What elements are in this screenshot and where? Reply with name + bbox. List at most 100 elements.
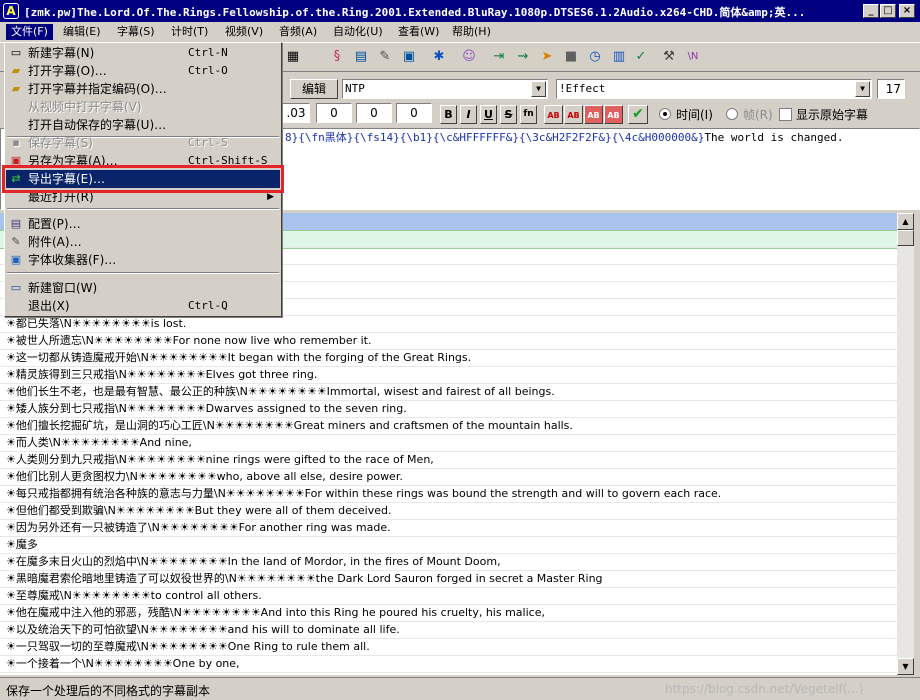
- menu-item-open-autosave[interactable]: 打开自动保存的字幕(U)…: [6, 116, 280, 134]
- menu-item-recent[interactable]: 最近打开(R) ▶: [6, 188, 280, 206]
- italic-button[interactable]: I: [460, 105, 477, 124]
- menu-audio[interactable]: 音频(A): [274, 24, 322, 40]
- commit-button[interactable]: ✔: [628, 105, 648, 124]
- tag-toggle-icon[interactable]: \N: [684, 48, 702, 66]
- effect-combo[interactable]: !Effect ▼: [556, 79, 872, 99]
- table-row[interactable]: ☀精灵族得到三只戒指\N☀☀☀☀☀☀☀☀Elves got three ring…: [0, 367, 897, 384]
- table-row[interactable]: ☀但他们都受到欺骗\N☀☀☀☀☀☀☀☀But they were all of …: [0, 503, 897, 520]
- mascot-icon[interactable]: ☺: [460, 48, 478, 66]
- font-collector-icon: ▣: [10, 253, 22, 266]
- vertical-scrollbar[interactable]: ▲ ▼: [897, 213, 914, 675]
- table-row[interactable]: ☀在魔多末日火山的烈焰中\N☀☀☀☀☀☀☀☀In the land of Mor…: [0, 554, 897, 571]
- maximize-button[interactable]: □: [880, 4, 896, 18]
- layer-field[interactable]: 17: [877, 79, 905, 99]
- menu-item-new-subtitles[interactable]: ▭ 新建字幕(N) Ctrl-N: [6, 44, 280, 62]
- table-row[interactable]: ☀因为另外还有一只被铸造了\N☀☀☀☀☀☀☀☀For another ring …: [0, 520, 897, 537]
- end-time-field[interactable]: .03: [282, 103, 310, 123]
- underline-button[interactable]: U: [480, 105, 497, 124]
- frame-radio[interactable]: [726, 108, 738, 120]
- menu-separator: [7, 208, 279, 210]
- menu-file[interactable]: 文件(F): [6, 24, 53, 40]
- table-row[interactable]: ☀他们长生不老，也是最有智慧、最公正的种族\N☀☀☀☀☀☀☀☀Immortal,…: [0, 384, 897, 401]
- margin-right-field[interactable]: 0: [356, 103, 392, 123]
- scroll-down-button[interactable]: ▼: [897, 658, 914, 675]
- table-row[interactable]: ☀他们擅长挖掘矿坑，是山洞的巧心工匠\N☀☀☀☀☀☀☀☀Great miners…: [0, 418, 897, 435]
- options-tools-icon[interactable]: ⚒: [660, 48, 678, 66]
- font-button[interactable]: fn: [520, 105, 537, 124]
- show-original-checkbox[interactable]: [779, 108, 792, 121]
- scroll-up-button[interactable]: ▲: [897, 213, 914, 230]
- font-collector-toolbar-icon[interactable]: ▣: [400, 48, 418, 66]
- menu-item-properties[interactable]: ▤ 配置(P)…: [6, 215, 280, 233]
- shadow-color-button[interactable]: AB: [604, 105, 623, 124]
- table-row[interactable]: ☀都已失落\N☀☀☀☀☀☀☀☀is lost.: [0, 316, 897, 333]
- window-title: [zmk.pw]The.Lord.Of.The.Rings.Fellowship…: [24, 6, 806, 19]
- menu-item-save: ▪ 保存字幕(S) Ctrl-S: [6, 134, 280, 152]
- strikeout-button[interactable]: S: [500, 105, 517, 124]
- menu-help[interactable]: 帮助(H): [447, 24, 496, 40]
- menu-item-save-as[interactable]: ▣ 另存为字幕(A)… Ctrl-Shift-S: [6, 152, 280, 170]
- override-tag: {\3c&H2F2F2F&}: [518, 131, 612, 144]
- primary-color-button[interactable]: AB: [544, 105, 563, 124]
- app-logo-icon[interactable]: A: [3, 3, 19, 19]
- spell-check-icon[interactable]: ✓: [632, 48, 650, 66]
- override-tag: {\fs14}: [353, 131, 400, 144]
- bold-button[interactable]: B: [440, 105, 457, 124]
- minimize-button[interactable]: _: [863, 4, 879, 18]
- menu-edit[interactable]: 编辑(E): [58, 24, 106, 40]
- properties-toolbar-icon[interactable]: ▤: [352, 48, 370, 66]
- table-row[interactable]: ☀一个接着一个\N☀☀☀☀☀☀☀☀One by one,: [0, 656, 897, 673]
- chevron-down-icon[interactable]: ▼: [531, 81, 546, 97]
- menu-timing[interactable]: 计时(T): [166, 24, 213, 40]
- menu-video[interactable]: 视频(V): [220, 24, 268, 40]
- table-row[interactable]: ☀魔多: [0, 537, 897, 554]
- override-tag: {\c&HFFFFFF&}: [432, 131, 519, 144]
- styles-manager-icon[interactable]: §: [328, 48, 346, 66]
- attachment-toolbar-icon[interactable]: ✎: [376, 48, 394, 66]
- editor-content[interactable]: 8}{\fn黑体}{\fs14}{\b1}{\c&HFFFFFF&}{\3c&H…: [285, 131, 843, 145]
- table-row[interactable]: ☀矮人族分到七只戒指\N☀☀☀☀☀☀☀☀Dwarves assigned to …: [0, 401, 897, 418]
- title-bar: A [zmk.pw]The.Lord.Of.The.Rings.Fellowsh…: [0, 0, 920, 22]
- clock-icon[interactable]: ◷: [586, 48, 604, 66]
- menu-item-open-subtitles[interactable]: ▰ 打开字幕(O)… Ctrl-O: [6, 62, 280, 80]
- automation-toolbar-icon[interactable]: ✱: [430, 48, 448, 66]
- menu-item-new-window[interactable]: ▭ 新建窗口(W): [6, 279, 280, 297]
- shift-times-icon[interactable]: ➤: [538, 48, 556, 66]
- menu-subtitle[interactable]: 字幕(S): [112, 24, 160, 40]
- menu-view[interactable]: 查看(W): [393, 24, 444, 40]
- outline-color-button[interactable]: AB: [584, 105, 603, 124]
- resample-icon[interactable]: ▥: [610, 48, 628, 66]
- menu-automation[interactable]: 自动化(U): [328, 24, 388, 40]
- table-row[interactable]: ☀人类则分到九只戒指\N☀☀☀☀☀☀☀☀nine rings were gift…: [0, 452, 897, 469]
- close-button[interactable]: ×: [899, 4, 915, 18]
- secondary-color-button[interactable]: AB: [564, 105, 583, 124]
- table-row[interactable]: ☀而人类\N☀☀☀☀☀☀☀☀And nine,: [0, 435, 897, 452]
- jump-to-icon[interactable]: ⇝: [514, 48, 532, 66]
- timing-postprocessor-icon[interactable]: ⇥: [490, 48, 508, 66]
- table-row[interactable]: ☀至尊魔戒\N☀☀☀☀☀☀☀☀to control all others.: [0, 588, 897, 605]
- chevron-down-icon[interactable]: ▼: [855, 81, 870, 97]
- menu-item-open-with-charset[interactable]: ▰ 打开字幕并指定编码(O)…: [6, 80, 280, 98]
- edit-button[interactable]: 编辑: [290, 79, 338, 99]
- actor-combo[interactable]: NTP ▼: [342, 79, 548, 99]
- kanji-timer-icon[interactable]: ■: [562, 48, 580, 66]
- scroll-thumb[interactable]: [897, 230, 914, 246]
- table-row[interactable]: ☀一只驾驭一切的至尊魔戒\N☀☀☀☀☀☀☀☀One Ring to rule t…: [0, 639, 897, 656]
- margin-left-field[interactable]: 0: [316, 103, 352, 123]
- actor-value: NTP: [345, 82, 365, 95]
- save-disk-icon: ▪: [12, 136, 20, 149]
- table-row[interactable]: ☀被世人所遗忘\N☀☀☀☀☀☀☀☀For none now live who r…: [0, 333, 897, 350]
- menu-item-font-collector[interactable]: ▣ 字体收集器(F)…: [6, 251, 280, 269]
- save-toolbar-icon[interactable]: ▦: [284, 48, 302, 66]
- menu-item-attachments[interactable]: ✎ 附件(A)…: [6, 233, 280, 251]
- time-radio[interactable]: [659, 108, 671, 120]
- menu-item-export-subtitles[interactable]: ⇄ 导出字幕(E)…: [6, 170, 280, 188]
- table-row[interactable]: ☀以及统治天下的可怕欲望\N☀☀☀☀☀☀☀☀and his will to do…: [0, 622, 897, 639]
- menu-item-exit[interactable]: 退出(X) Ctrl-Q: [6, 297, 280, 315]
- table-row[interactable]: ☀每只戒指都拥有统治各种族的意志与力量\N☀☀☀☀☀☀☀☀For within …: [0, 486, 897, 503]
- margin-vertical-field[interactable]: 0: [396, 103, 432, 123]
- table-row[interactable]: ☀他在魔戒中注入他的邪恶，残酷\N☀☀☀☀☀☀☀☀And into this R…: [0, 605, 897, 622]
- table-row[interactable]: ☀他们比别人更贪图权力\N☀☀☀☀☀☀☀☀who, above all else…: [0, 469, 897, 486]
- table-row[interactable]: ☀这一切都从铸造魔戒开始\N☀☀☀☀☀☀☀☀It began with the …: [0, 350, 897, 367]
- table-row[interactable]: ☀黑暗魔君索伦暗地里铸造了可以奴役世界的\N☀☀☀☀☀☀☀☀the Dark L…: [0, 571, 897, 588]
